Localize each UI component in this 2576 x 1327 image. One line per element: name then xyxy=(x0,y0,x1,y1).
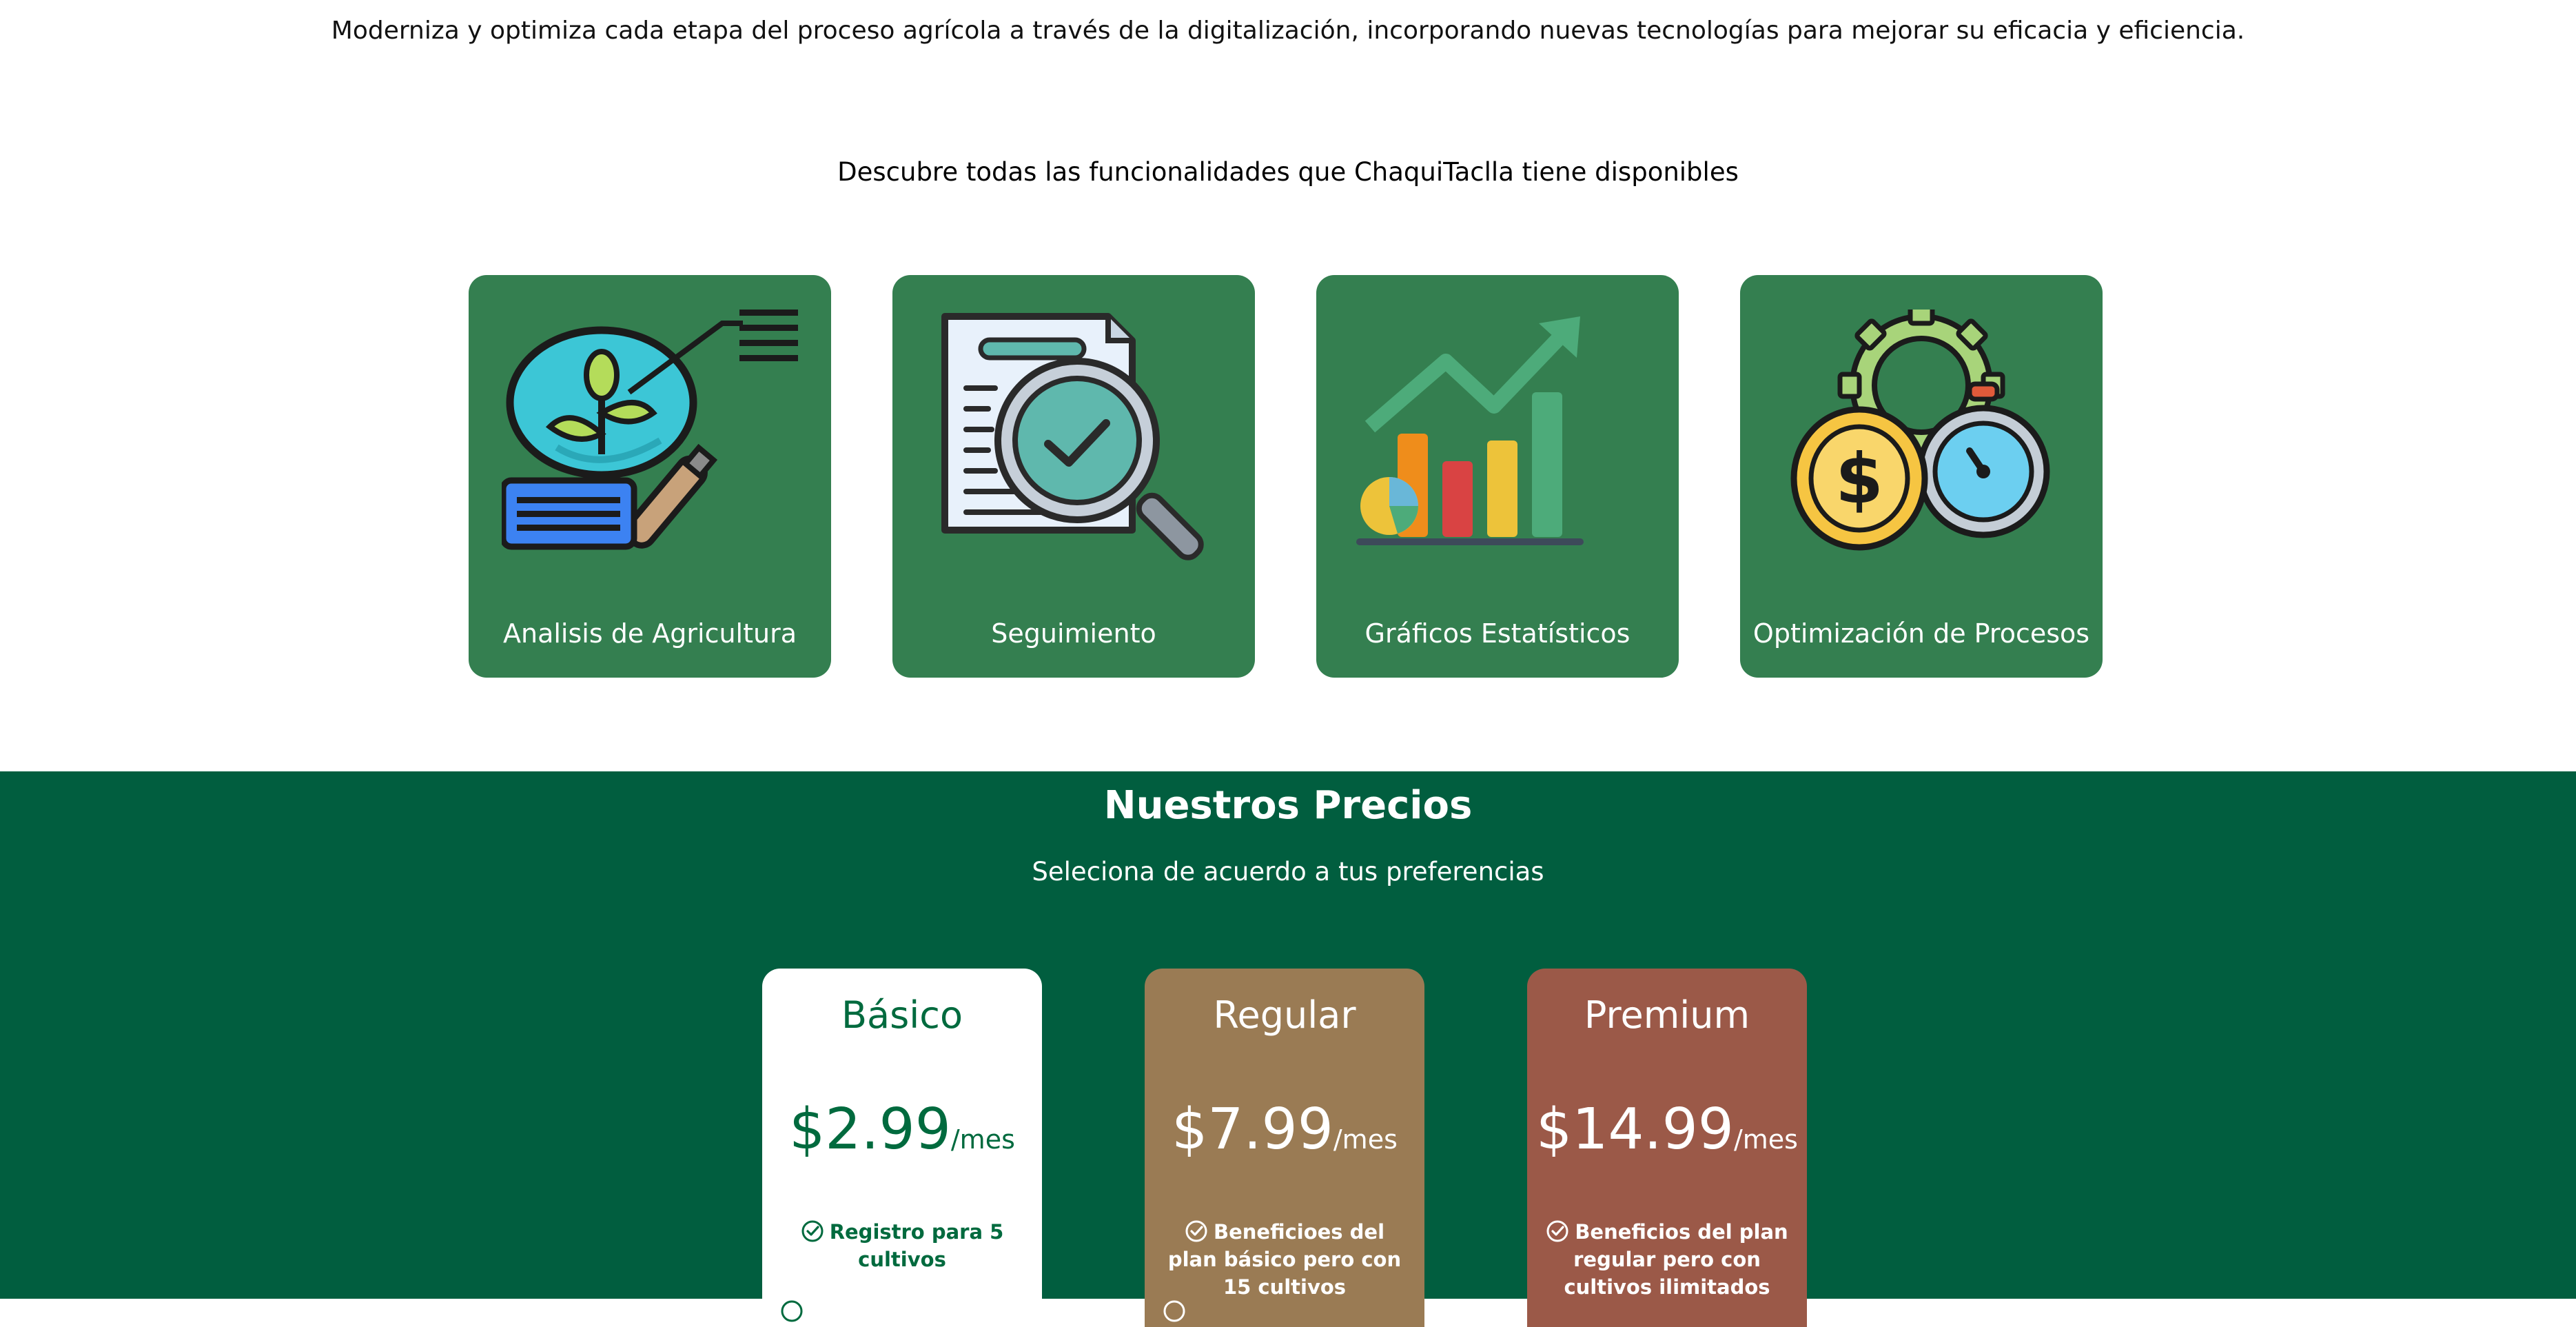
price-amount: $2.99 xyxy=(789,1097,951,1162)
bar-chart-growth-icon xyxy=(1349,310,1646,571)
check-circle-icon xyxy=(780,1299,804,1323)
feature-label: Optimización de Procesos xyxy=(1752,618,2090,649)
money-time-gear-icon: $ xyxy=(1773,310,2069,571)
plant-analysis-icon xyxy=(502,310,798,571)
pricing-title: Nuestros Precios xyxy=(1103,783,1473,828)
plan-price: $14.99/mes xyxy=(1527,1095,1807,1179)
plan-card-premium[interactable]: Premium $14.99/mes Beneficios del plan r… xyxy=(1527,969,1807,1327)
plan-feature-text: Beneficios del plan regular pero con cul… xyxy=(1564,1220,1788,1299)
feature-card-seguimiento[interactable]: Seguimiento xyxy=(892,275,1255,678)
pricing-subtitle: Seleciona de acuerdo a tus preferencias xyxy=(1032,857,1544,887)
check-circle-icon xyxy=(1163,1299,1186,1323)
feature-label: Seguimiento xyxy=(991,618,1156,649)
price-unit: /mes xyxy=(1733,1124,1798,1155)
plan-name: Regular xyxy=(1213,993,1356,1037)
feature-label: Analisis de Agricultura xyxy=(502,618,797,649)
price-amount: $14.99 xyxy=(1536,1097,1734,1162)
price-unit: /mes xyxy=(1333,1124,1398,1155)
feature-card-analisis[interactable]: Analisis de Agricultura xyxy=(469,275,831,678)
document-search-icon xyxy=(926,310,1222,571)
intro-tagline: Moderniza y optimiza cada etapa del proc… xyxy=(331,17,2245,45)
pricing-section: Nuestros Precios Seleciona de acuerdo a … xyxy=(0,771,2576,1327)
plan-card-regular[interactable]: Regular $7.99/mes Beneficioes del plan b… xyxy=(1145,969,1424,1327)
plan-name: Básico xyxy=(841,993,963,1037)
plan-feature: Registro para 5 cultivos xyxy=(779,1218,1025,1273)
svg-text:$: $ xyxy=(1835,438,1883,519)
check-circle-icon xyxy=(1546,1219,1569,1243)
feature-label: Gráficos Estatísticos xyxy=(1364,618,1631,649)
plan-feature-text: Registro para 5 cultivos xyxy=(829,1220,1004,1271)
features-heading: Descubre todas las funcionalidades que C… xyxy=(837,157,1739,187)
check-circle-icon xyxy=(801,1219,824,1243)
plan-card-basico[interactable]: Básico $2.99/mes Registro para 5 cultivo… xyxy=(762,969,1042,1327)
plan-price: $2.99/mes xyxy=(762,1095,1042,1179)
check-circle-icon xyxy=(1185,1219,1208,1243)
price-unit: /mes xyxy=(950,1124,1015,1155)
feature-card-graficos[interactable]: Gráficos Estatísticos xyxy=(1316,275,1679,678)
plan-price: $7.99/mes xyxy=(1145,1095,1424,1179)
plan-feature: Beneficioes del plan básico pero con 15 … xyxy=(1161,1218,1408,1301)
plan-name: Premium xyxy=(1584,993,1750,1037)
plan-feature: Beneficios del plan regular pero con cul… xyxy=(1544,1218,1790,1301)
features-section: Moderniza y optimiza cada etapa del proc… xyxy=(0,0,2576,771)
price-amount: $7.99 xyxy=(1172,1097,1333,1162)
feature-card-optimizacion[interactable]: $ Optimización de Procesos xyxy=(1740,275,2103,678)
